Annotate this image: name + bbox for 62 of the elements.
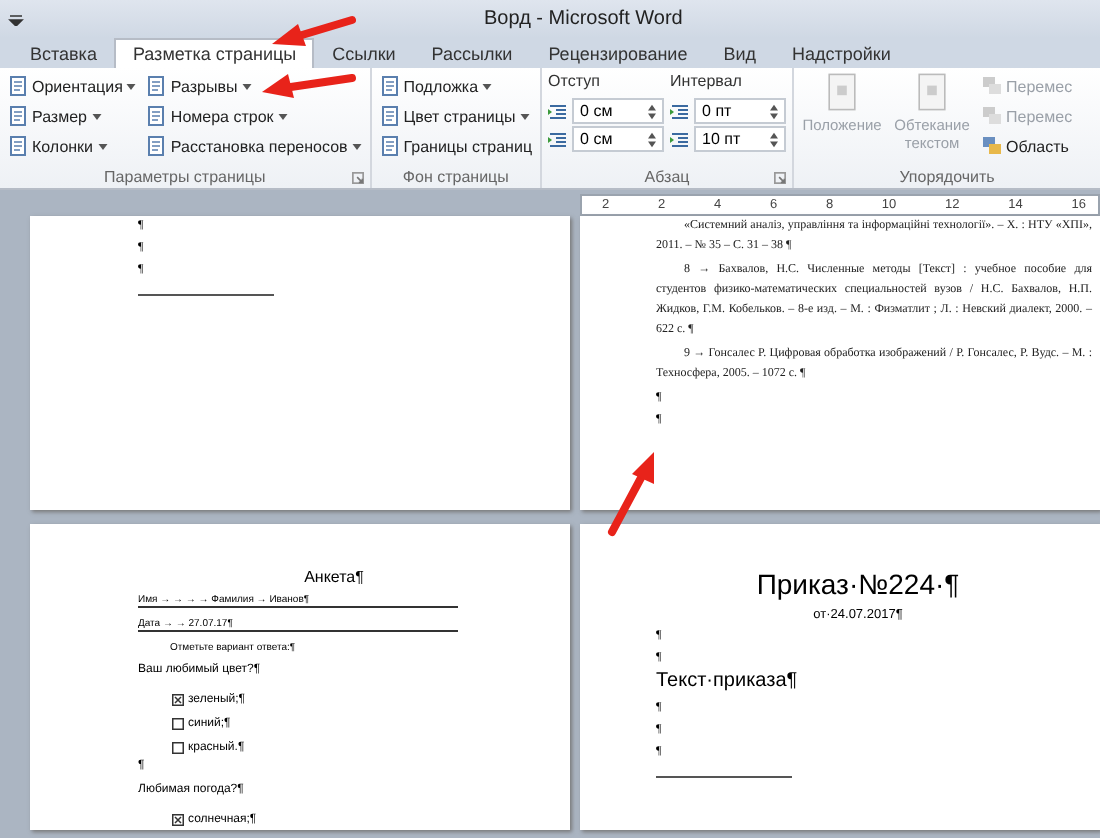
spinner-arrows-icon [648, 103, 657, 119]
page-icon [8, 76, 28, 96]
document-title: Приказ·№224·¶ [754, 568, 962, 600]
ribbon-button[interactable]: Границы страниц [377, 132, 535, 160]
ribbon-button[interactable]: Расстановка переносов [144, 132, 364, 160]
spinner-field[interactable]: 10 пт [694, 126, 787, 152]
ribbon-button[interactable]: Цвет страницы [377, 102, 535, 130]
footnote-separator [656, 776, 792, 782]
checkbox[interactable] [172, 742, 184, 754]
group-heading: Отступ [548, 72, 602, 94]
group-heading: Интервал [670, 72, 744, 94]
checkbox[interactable] [172, 694, 184, 706]
ribbon-tab[interactable]: Разметка страницы [114, 38, 315, 68]
group-label: Параметры страницы [104, 168, 266, 186]
form-title: Анкета¶ [302, 568, 366, 586]
group-label: Упорядочить [899, 168, 995, 186]
spinner-arrows-icon [648, 131, 657, 147]
indent-icon [670, 101, 691, 121]
page-icon [8, 106, 28, 126]
ribbon-tab[interactable]: Надстройки [774, 38, 909, 68]
indent-icon [670, 129, 691, 149]
page-icon [379, 136, 400, 156]
ribbon-button[interactable]: Область [980, 132, 1075, 160]
dialog-launcher-icon[interactable] [774, 171, 787, 183]
annotation-arrow [272, 16, 356, 46]
page-icon [8, 136, 28, 156]
spinner-field[interactable]: 0 пт [694, 98, 787, 124]
page-icon [146, 106, 167, 126]
page-icon [146, 76, 167, 96]
ribbon-button[interactable]: Номера строк [144, 102, 364, 130]
ribbon-tab[interactable]: Рассылки [413, 38, 531, 68]
spinner-arrows-icon [770, 131, 779, 147]
checkbox[interactable] [172, 718, 184, 730]
annotation-arrow [608, 452, 654, 536]
ribbon-tab[interactable]: Вид [705, 38, 774, 68]
layers-icon [982, 136, 1003, 156]
ribbon-button[interactable]: Колонки [6, 132, 139, 160]
ribbon-button[interactable]: Ориентация [6, 72, 139, 100]
ribbon-button[interactable]: Подложка [377, 72, 535, 100]
footnote-separator [138, 294, 274, 300]
spinner-arrows-icon [770, 103, 779, 119]
ribbon-tab[interactable]: Вставка [12, 38, 115, 68]
window-title: Ворд - Microsoft Word [484, 8, 683, 30]
ribbon-tab[interactable]: Ссылки [314, 38, 414, 68]
dropdown-icon[interactable] [8, 13, 24, 25]
page-icon [379, 76, 400, 96]
page-icon [146, 136, 167, 156]
indent-icon [548, 129, 569, 149]
annotation-arrow [262, 74, 356, 98]
body-text: Текст·приказа¶ [656, 670, 800, 696]
spinner-field[interactable]: 0 см [572, 98, 665, 124]
page-icon [379, 106, 400, 126]
layers-icon [982, 106, 1003, 126]
ribbon-button[interactable]: Размер [6, 102, 139, 130]
indent-icon [548, 101, 569, 121]
ribbon-tab[interactable]: Рецензирование [530, 38, 706, 68]
group-label: Фон страницы [402, 168, 509, 186]
checkbox[interactable] [172, 814, 184, 826]
layers-icon [982, 76, 1003, 96]
spinner-field[interactable]: 0 см [572, 126, 665, 152]
dialog-launcher-icon[interactable] [351, 171, 364, 183]
group-label: Абзац [644, 168, 690, 186]
